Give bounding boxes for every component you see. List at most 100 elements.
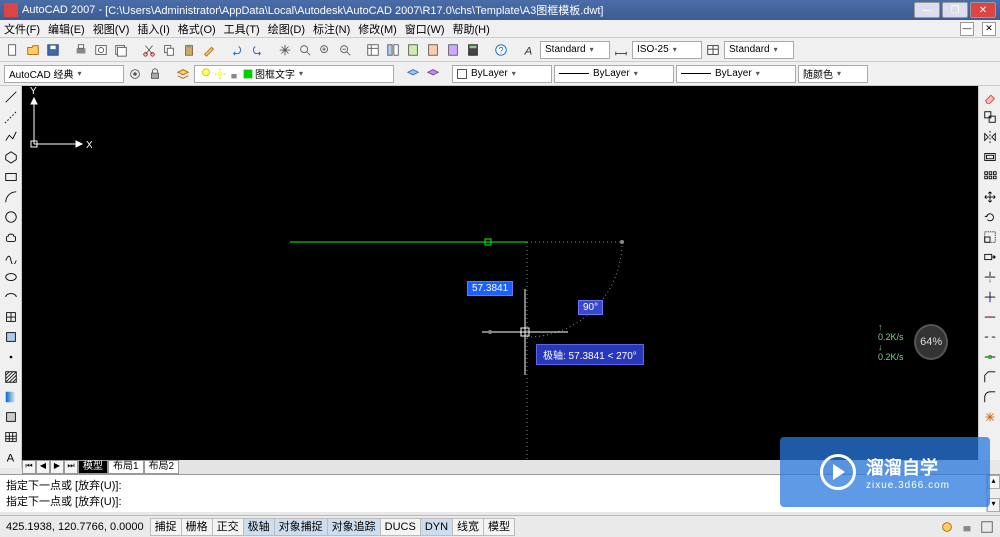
clean-screen-icon[interactable] bbox=[978, 518, 996, 536]
revision-cloud-icon[interactable] bbox=[2, 228, 20, 246]
paste-icon[interactable] bbox=[180, 41, 198, 59]
sheet-set-icon[interactable] bbox=[424, 41, 442, 59]
menu-window[interactable]: 窗口(W) bbox=[405, 21, 445, 37]
lock-toolbar-icon[interactable] bbox=[958, 518, 976, 536]
status-toggle-7[interactable]: DYN bbox=[420, 518, 453, 536]
insert-block-icon[interactable] bbox=[2, 308, 20, 326]
minimize-button[interactable]: — bbox=[914, 2, 940, 18]
copy-icon[interactable] bbox=[160, 41, 178, 59]
trim-icon[interactable] bbox=[981, 268, 999, 286]
menu-format[interactable]: 格式(O) bbox=[178, 21, 216, 37]
coordinates-display[interactable]: 425.1938, 120.7766, 0.0000 bbox=[0, 521, 151, 533]
open-icon[interactable] bbox=[24, 41, 42, 59]
tab-layout2[interactable]: 布局2 bbox=[144, 460, 180, 474]
status-toggle-6[interactable]: DUCS bbox=[380, 518, 421, 536]
menu-tools[interactable]: 工具(T) bbox=[224, 21, 260, 37]
tab-first-icon[interactable]: ⏮ bbox=[22, 460, 36, 474]
dynamic-input-angle[interactable]: 90° bbox=[578, 300, 603, 315]
zoom-window-icon[interactable] bbox=[316, 41, 334, 59]
status-toggle-9[interactable]: 模型 bbox=[483, 518, 515, 536]
publish-icon[interactable] bbox=[112, 41, 130, 59]
gradient-icon[interactable] bbox=[2, 388, 20, 406]
spline-icon[interactable] bbox=[2, 248, 20, 266]
zoom-previous-icon[interactable] bbox=[336, 41, 354, 59]
table-style-icon[interactable] bbox=[704, 41, 722, 59]
table-icon[interactable] bbox=[2, 428, 20, 446]
break-at-point-icon[interactable] bbox=[981, 308, 999, 326]
status-toggle-0[interactable]: 捕捉 bbox=[150, 518, 182, 536]
drawing-area[interactable]: 57.3841 90° 极轴: 57.3841 < 270° X Y ↑ 0.2… bbox=[22, 86, 978, 460]
text-style-icon[interactable]: A bbox=[520, 41, 538, 59]
menu-dimension[interactable]: 标注(N) bbox=[313, 21, 350, 37]
menu-help[interactable]: 帮助(H) bbox=[453, 21, 490, 37]
status-toggle-1[interactable]: 栅格 bbox=[181, 518, 213, 536]
tab-last-icon[interactable]: ⏭ bbox=[64, 460, 78, 474]
dim-style-combo[interactable]: ISO-25▾ bbox=[632, 41, 702, 59]
undo-icon[interactable] bbox=[228, 41, 246, 59]
layer-states-icon[interactable] bbox=[424, 65, 442, 83]
quickcalc-icon[interactable] bbox=[464, 41, 482, 59]
ellipse-arc-icon[interactable] bbox=[2, 288, 20, 306]
markup-icon[interactable] bbox=[444, 41, 462, 59]
status-toggle-5[interactable]: 对象追踪 bbox=[327, 518, 381, 536]
help-icon[interactable]: ? bbox=[492, 41, 510, 59]
tab-next-icon[interactable]: ▶ bbox=[50, 460, 64, 474]
table-style-combo[interactable]: Standard▾ bbox=[724, 41, 794, 59]
offset-icon[interactable] bbox=[981, 148, 999, 166]
extend-icon[interactable] bbox=[981, 288, 999, 306]
status-toggle-4[interactable]: 对象捕捉 bbox=[274, 518, 328, 536]
make-block-icon[interactable] bbox=[2, 328, 20, 346]
point-icon[interactable] bbox=[2, 348, 20, 366]
color-combo[interactable]: ByLayer▾ bbox=[452, 65, 552, 83]
copy-object-icon[interactable] bbox=[981, 108, 999, 126]
maximize-button[interactable]: ❐ bbox=[942, 2, 968, 18]
polygon-icon[interactable] bbox=[2, 148, 20, 166]
cut-icon[interactable] bbox=[140, 41, 158, 59]
doc-close-button[interactable]: ✕ bbox=[982, 22, 996, 36]
layer-combo[interactable]: 图框文字▾ bbox=[194, 65, 394, 83]
menu-view[interactable]: 视图(V) bbox=[93, 21, 130, 37]
join-icon[interactable] bbox=[981, 348, 999, 366]
tool-palettes-icon[interactable] bbox=[404, 41, 422, 59]
menu-draw[interactable]: 绘图(D) bbox=[268, 21, 305, 37]
rotate-icon[interactable] bbox=[981, 208, 999, 226]
mtext-icon[interactable]: A bbox=[2, 448, 20, 466]
fillet-icon[interactable] bbox=[981, 388, 999, 406]
print-icon[interactable] bbox=[72, 41, 90, 59]
arc-icon[interactable] bbox=[2, 188, 20, 206]
new-icon[interactable] bbox=[4, 41, 22, 59]
break-icon[interactable] bbox=[981, 328, 999, 346]
region-icon[interactable] bbox=[2, 408, 20, 426]
comm-center-icon[interactable] bbox=[938, 518, 956, 536]
doc-minimize-button[interactable]: — bbox=[960, 22, 974, 36]
properties-icon[interactable] bbox=[364, 41, 382, 59]
lineweight-combo[interactable]: ByLayer▾ bbox=[676, 65, 796, 83]
array-icon[interactable] bbox=[981, 168, 999, 186]
lock-ui-icon[interactable] bbox=[146, 65, 164, 83]
hatch-icon[interactable] bbox=[2, 368, 20, 386]
tab-layout1[interactable]: 布局1 bbox=[108, 460, 144, 474]
text-style-combo[interactable]: Standard▾ bbox=[540, 41, 610, 59]
dim-style-icon[interactable] bbox=[612, 41, 630, 59]
pan-icon[interactable] bbox=[276, 41, 294, 59]
design-center-icon[interactable] bbox=[384, 41, 402, 59]
menu-file[interactable]: 文件(F) bbox=[4, 21, 40, 37]
layer-manager-icon[interactable] bbox=[174, 65, 192, 83]
status-toggle-3[interactable]: 极轴 bbox=[243, 518, 275, 536]
close-button[interactable]: ✕ bbox=[970, 2, 996, 18]
status-toggle-8[interactable]: 线宽 bbox=[452, 518, 484, 536]
workspace-settings-icon[interactable] bbox=[126, 65, 144, 83]
match-properties-icon[interactable] bbox=[200, 41, 218, 59]
dynamic-input-distance[interactable]: 57.3841 bbox=[467, 281, 513, 296]
plotstyle-combo[interactable]: 随颜色▾ bbox=[798, 65, 868, 83]
menu-edit[interactable]: 编辑(E) bbox=[48, 21, 85, 37]
menu-insert[interactable]: 插入(I) bbox=[137, 21, 169, 37]
ellipse-icon[interactable] bbox=[2, 268, 20, 286]
mirror-icon[interactable] bbox=[981, 128, 999, 146]
status-toggle-2[interactable]: 正交 bbox=[212, 518, 244, 536]
workspace-combo[interactable]: AutoCAD 经典▾ bbox=[4, 65, 124, 83]
plot-preview-icon[interactable] bbox=[92, 41, 110, 59]
save-icon[interactable] bbox=[44, 41, 62, 59]
erase-icon[interactable] bbox=[981, 88, 999, 106]
scale-icon[interactable] bbox=[981, 228, 999, 246]
